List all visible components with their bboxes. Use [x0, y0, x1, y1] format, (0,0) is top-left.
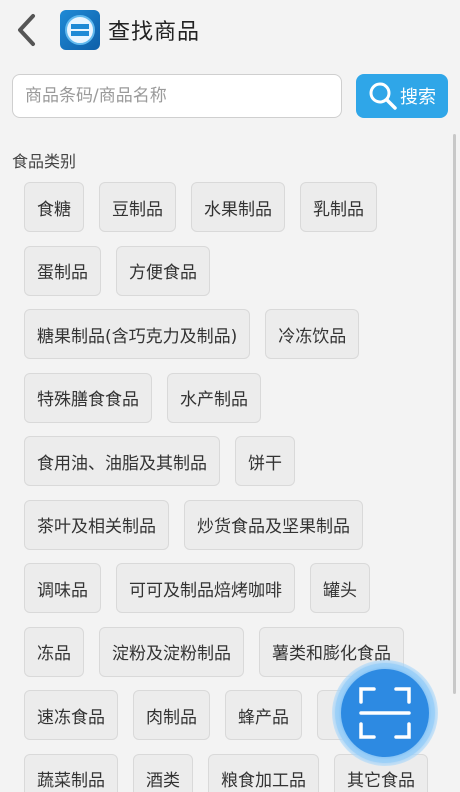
search-input[interactable]: [12, 74, 342, 118]
category-tag[interactable]: 饼干: [235, 436, 295, 486]
category-tag[interactable]: 水产制品: [167, 372, 261, 423]
category-row: 调味品 可可及制品焙烤咖啡 罐头: [24, 563, 444, 615]
category-tag[interactable]: 调味品: [24, 563, 101, 613]
category-row: 食用油、油脂及其制品 饼干: [24, 436, 444, 488]
category-tag[interactable]: 罐头: [310, 563, 370, 613]
category-row: 特殊膳食食品 水产制品: [24, 372, 444, 425]
search-button-label: 搜索: [400, 87, 436, 108]
category-tag[interactable]: 乳制品: [300, 182, 377, 232]
page-title: 查找商品: [108, 20, 201, 45]
category-tag[interactable]: 冷冻饮品: [265, 309, 360, 359]
scan-icon: [359, 687, 411, 739]
search-icon: [369, 82, 397, 110]
category-tag[interactable]: 可可及制品焙烤咖啡: [116, 563, 295, 613]
search-bar: 搜索: [0, 70, 460, 122]
category-row: 蛋制品 方便食品: [24, 245, 444, 298]
category-tag[interactable]: 食糖: [24, 182, 84, 232]
category-tag[interactable]: 糖果制品(含巧克力及制品): [24, 309, 251, 359]
category-tag[interactable]: 淀粉及淀粉制品: [99, 626, 244, 677]
category-tag[interactable]: 特殊膳食食品: [24, 372, 152, 423]
category-tag[interactable]: 蜂产品: [225, 690, 302, 740]
chevron-left-icon: [18, 14, 35, 46]
category-tag[interactable]: 酒类: [133, 753, 193, 792]
category-row: 糖果制品(含巧克力及制品) 冷冻饮品: [24, 309, 444, 361]
back-button[interactable]: [0, 0, 52, 60]
category-tag[interactable]: 速冻食品: [24, 690, 118, 740]
category-tag[interactable]: 粮食加工品: [208, 753, 319, 792]
category-tag[interactable]: 食用油、油脂及其制品: [24, 436, 220, 486]
category-tag[interactable]: 方便食品: [116, 245, 210, 296]
category-section-label: 食品类别: [12, 152, 77, 171]
top-bar: 查找商品: [0, 0, 460, 60]
category-tag[interactable]: 水果制品: [191, 182, 285, 232]
category-tag[interactable]: 蛋制品: [24, 245, 101, 296]
category-tag[interactable]: 蔬菜制品: [24, 753, 118, 792]
search-button[interactable]: 搜索: [356, 74, 448, 118]
category-row: 食糖 豆制品 水果制品 乳制品: [24, 182, 444, 234]
category-tag[interactable]: 豆制品: [99, 182, 176, 232]
app-logo-icon: [60, 10, 100, 50]
scrollbar[interactable]: [453, 134, 456, 694]
category-row: 茶叶及相关制品 炒货食品及坚果制品: [24, 499, 444, 552]
category-tag[interactable]: 肉制品: [133, 690, 210, 740]
category-tag[interactable]: 炒货食品及坚果制品: [184, 499, 363, 550]
category-tag[interactable]: 冻品: [24, 626, 84, 677]
scan-button[interactable]: [332, 660, 438, 766]
category-tag[interactable]: 茶叶及相关制品: [24, 499, 169, 550]
